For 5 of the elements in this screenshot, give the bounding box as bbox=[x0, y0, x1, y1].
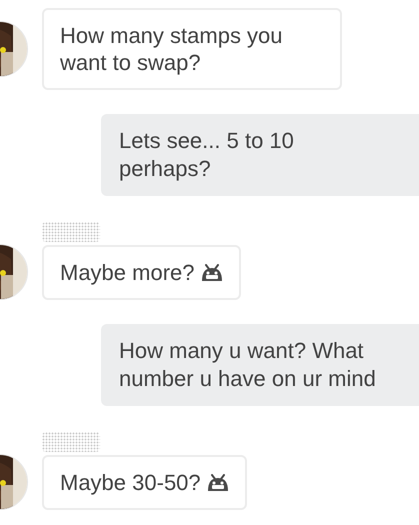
message-text: How many stamps you want to swap? bbox=[60, 23, 283, 75]
message-text: Lets see... 5 to 10 perhaps? bbox=[119, 128, 294, 181]
message-text: Maybe more? bbox=[60, 260, 195, 284]
message-text: How many u want? What number u have on ur mind bbox=[119, 338, 376, 391]
message-text: Maybe 30-50? bbox=[60, 470, 201, 494]
